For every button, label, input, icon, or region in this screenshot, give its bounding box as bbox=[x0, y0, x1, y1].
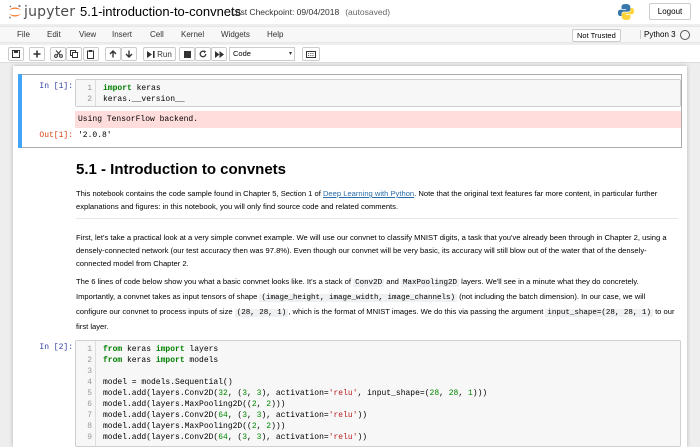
keyboard-icon bbox=[306, 50, 316, 58]
markdown-paragraph: The 6 lines of code below show you what … bbox=[76, 275, 678, 333]
menu-file[interactable]: File bbox=[17, 30, 30, 39]
markdown-cell[interactable]: 5.1 - Introduction to convnets bbox=[76, 161, 678, 178]
arrow-down-icon bbox=[125, 50, 133, 58]
menu-insert[interactable]: Insert bbox=[112, 30, 132, 39]
inline-code: Conv2D bbox=[353, 279, 385, 287]
inline-code: input_shape=(28, 28, 1) bbox=[545, 309, 653, 317]
code-line: 4 model = models.Sequential() bbox=[87, 378, 233, 387]
autosave-status: (autosaved) bbox=[345, 7, 391, 17]
save-icon bbox=[12, 50, 20, 58]
book-link[interactable]: Deep Learning with Python bbox=[323, 189, 414, 198]
inline-code: (image_height, image_width, image_channe… bbox=[259, 294, 458, 302]
menu-kernel[interactable]: Kernel bbox=[181, 30, 204, 39]
step-forward-icon bbox=[147, 50, 155, 58]
code-line: 6 model.add(layers.MaxPooling2D((2, 2))) bbox=[87, 400, 286, 409]
insert-cell-button[interactable] bbox=[29, 47, 45, 61]
checkpoint-text: Last Checkpoint: 09/04/2018 bbox=[231, 7, 340, 17]
interrupt-button[interactable] bbox=[179, 47, 195, 61]
save-button[interactable] bbox=[8, 47, 24, 61]
markdown-paragraph: This notebook contains the code sample f… bbox=[76, 187, 678, 213]
restart-icon bbox=[199, 50, 207, 58]
restart-run-all-button[interactable] bbox=[211, 47, 227, 61]
paste-button[interactable] bbox=[83, 47, 99, 61]
kernel-status-icon bbox=[680, 30, 690, 40]
run-label: Run bbox=[157, 49, 172, 59]
python-logo-icon bbox=[618, 4, 634, 20]
kernel-name: Python 3 bbox=[640, 30, 676, 39]
code-line: 1 from keras import layers bbox=[87, 345, 219, 354]
code-line: 2 keras.__version__ bbox=[87, 95, 185, 104]
menu-help[interactable]: Help bbox=[267, 30, 283, 39]
cell-type-value: Code bbox=[233, 49, 251, 58]
command-palette-button[interactable] bbox=[302, 47, 320, 61]
copy-button[interactable] bbox=[66, 47, 82, 61]
code-line: 5 model.add(layers.Conv2D(32, (3, 3), act… bbox=[87, 389, 488, 398]
move-down-button[interactable] bbox=[121, 47, 137, 61]
paste-icon bbox=[87, 49, 94, 59]
code-line: 7 model.add(layers.Conv2D(64, (3, 3), act… bbox=[87, 411, 368, 420]
cell-divider bbox=[76, 218, 678, 219]
run-button[interactable]: Run bbox=[143, 47, 176, 61]
restart-button[interactable] bbox=[195, 47, 211, 61]
checkpoint-info: Last Checkpoint: 09/04/2018 (autosaved) bbox=[231, 7, 390, 17]
output-prompt: Out[1]: bbox=[39, 131, 73, 140]
markdown-paragraph: First, let's take a practical look at a … bbox=[76, 231, 678, 270]
input-prompt: In [2]: bbox=[39, 343, 73, 352]
menu-cell[interactable]: Cell bbox=[150, 30, 164, 39]
notebook-page: In [1]: 1 import keras 2 keras.__version__… bbox=[13, 66, 687, 447]
input-prompt: In [1]: bbox=[39, 82, 73, 91]
menu-widgets[interactable]: Widgets bbox=[221, 30, 250, 39]
inline-code: (28, 28, 1) bbox=[234, 309, 289, 317]
paragraph-text: This notebook contains the code sample f… bbox=[76, 189, 323, 198]
stderr-output: Using TensorFlow backend. bbox=[75, 111, 681, 128]
cut-button[interactable] bbox=[50, 47, 66, 61]
paragraph-text: , which is the format of MNIST images. W… bbox=[288, 307, 546, 316]
jupyter-logo-icon bbox=[9, 4, 21, 19]
not-trusted-button[interactable]: Not Trusted bbox=[572, 29, 621, 42]
menu-edit[interactable]: Edit bbox=[47, 30, 61, 39]
menubar: File Edit View Insert Cell Kernel Widget… bbox=[0, 26, 700, 43]
jupyter-logo[interactable]: jupyter bbox=[8, 3, 75, 21]
code-line: 1 import keras bbox=[87, 84, 161, 93]
inline-code: MaxPooling2D bbox=[401, 279, 460, 287]
code-line: 3 bbox=[87, 367, 92, 376]
move-up-button[interactable] bbox=[105, 47, 121, 61]
app-name: jupyter bbox=[24, 4, 76, 20]
plus-icon bbox=[33, 50, 41, 58]
paragraph-text: First, let's take a practical look at a … bbox=[76, 233, 667, 268]
cell-type-select[interactable]: Code ▾ bbox=[229, 47, 295, 61]
notebook-name[interactable]: 5.1-introduction-to-convnets bbox=[80, 4, 241, 19]
header: jupyter 5.1-introduction-to-convnets Las… bbox=[0, 0, 700, 24]
arrow-up-icon bbox=[109, 50, 117, 58]
execute-result: '2.0.8' bbox=[78, 131, 112, 140]
code-line: 9 model.add(layers.Conv2D(64, (3, 3), act… bbox=[87, 433, 368, 442]
paragraph-text: The 6 lines of code below show you what … bbox=[76, 277, 354, 286]
copy-icon bbox=[70, 50, 78, 58]
toolbar: Run Code ▾ bbox=[0, 45, 700, 63]
fast-forward-icon bbox=[214, 50, 224, 58]
code-line: 8 model.add(layers.MaxPooling2D((2, 2))) bbox=[87, 422, 286, 431]
code-editor[interactable]: 1 from keras import layers 2 from keras im… bbox=[75, 340, 681, 447]
stop-icon bbox=[183, 50, 191, 58]
section-title: 5.1 - Introduction to convnets bbox=[76, 161, 287, 178]
chevron-down-icon: ▾ bbox=[288, 51, 292, 57]
menu-view[interactable]: View bbox=[79, 30, 96, 39]
code-editor[interactable]: 1 import keras 2 keras.__version__ bbox=[75, 79, 681, 107]
paragraph-text: and bbox=[384, 277, 401, 286]
scissors-icon bbox=[53, 50, 63, 58]
logout-button[interactable]: Logout bbox=[649, 3, 691, 20]
code-line: 2 from keras import models bbox=[87, 356, 219, 365]
